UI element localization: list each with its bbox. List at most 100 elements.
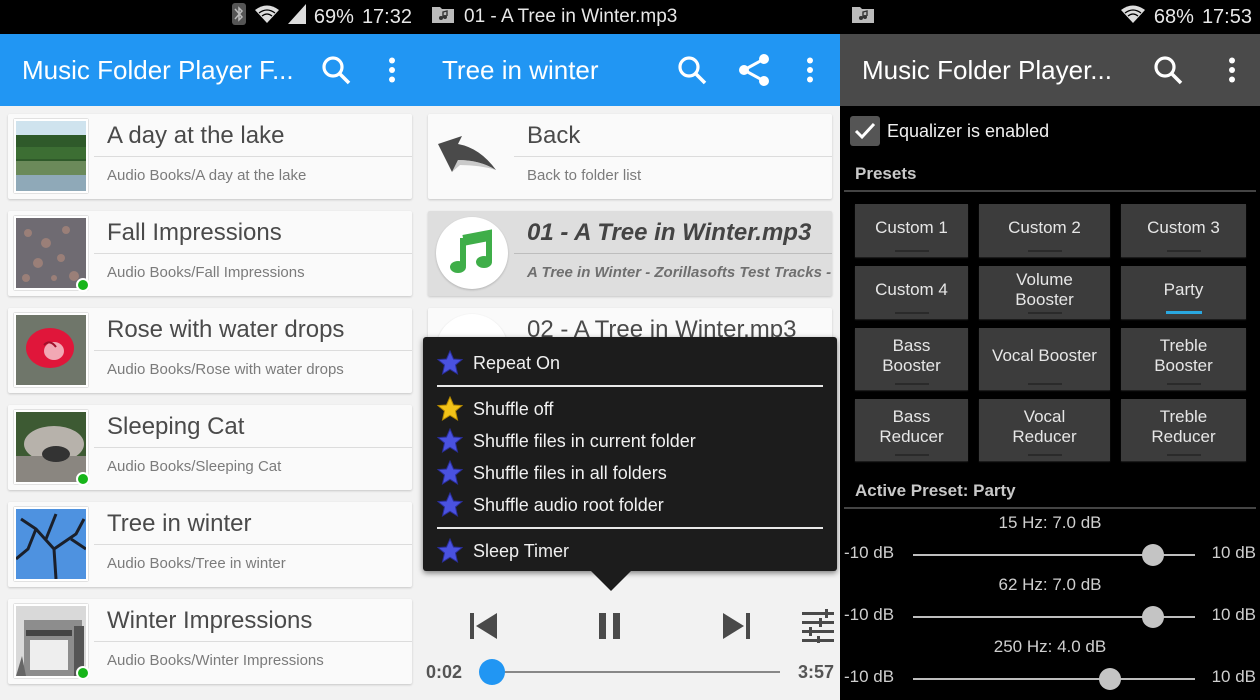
search-icon: [1154, 56, 1183, 85]
preset-button[interactable]: Vocal Booster: [979, 328, 1110, 390]
track-title: 01 - A Tree in Winter.mp3: [514, 211, 832, 254]
music-folder-icon: [852, 5, 874, 29]
preset-indicator: [894, 312, 929, 314]
menu-item[interactable]: Repeat On: [437, 347, 823, 379]
preset-indicator: [1027, 383, 1062, 385]
menu-item[interactable]: Sleep Timer: [437, 535, 823, 567]
band-slider-thumb[interactable]: [1141, 606, 1164, 628]
search-button[interactable]: [664, 42, 720, 98]
previous-button[interactable]: [464, 606, 504, 646]
preset-button[interactable]: Treble Booster: [1121, 328, 1246, 390]
equalizer-enabled-toggle[interactable]: Equalizer is enabled: [840, 106, 1260, 156]
folder-title: A day at the lake: [94, 114, 412, 157]
back-to-folders-item[interactable]: Back Back to folder list: [428, 114, 832, 199]
presets-heading: Presets: [844, 156, 1256, 192]
battery-level: 69%: [313, 5, 354, 28]
menu-item[interactable]: Shuffle audio root folder: [437, 489, 823, 521]
total-duration: 3:57: [797, 662, 834, 682]
player-controls: [420, 598, 840, 652]
preset-indicator: [1166, 250, 1201, 252]
band-slider-thumb[interactable]: [1099, 668, 1122, 690]
folder-item[interactable]: Rose with water drops Audio Books/Rose wi…: [8, 308, 412, 393]
band-label: 250 Hz: 4.0 dB: [993, 637, 1107, 656]
app-title: Music Folder Player F...: [22, 54, 294, 85]
preset-label: Treble Booster: [1154, 336, 1213, 375]
preset-indicator: [1166, 383, 1201, 385]
menu-item-label: Sleep Timer: [473, 540, 570, 561]
elapsed-time: 0:02: [426, 662, 463, 682]
band-slider-thumb[interactable]: [1141, 544, 1164, 566]
search-icon: [678, 56, 707, 85]
folder-item[interactable]: Tree in winter Audio Books/Tree in winter: [8, 502, 412, 587]
preset-button[interactable]: Vocal Reducer: [979, 399, 1110, 461]
preset-button[interactable]: Bass Reducer: [855, 399, 968, 461]
seek-track[interactable]: [484, 671, 780, 673]
menu-item[interactable]: Shuffle files in current folder: [437, 425, 823, 457]
folder-item[interactable]: Sleeping Cat Audio Books/Sleeping Cat: [8, 405, 412, 490]
star-icon: [437, 396, 473, 422]
menu-item-label: Shuffle audio root folder: [473, 494, 664, 515]
track-item[interactable]: 01 - A Tree in Winter.mp3 A Tree in Wint…: [428, 211, 832, 296]
equalizer-screen: 68% 17:53 Music Folder Player... Equaliz…: [840, 0, 1260, 700]
preset-indicator: [1166, 454, 1201, 456]
battery-level: 68%: [1153, 5, 1194, 28]
folder-item[interactable]: Fall Impressions Audio Books/Fall Impress…: [8, 211, 412, 296]
equalizer-checkbox[interactable]: [850, 116, 880, 146]
clock: 17:32: [361, 5, 412, 28]
folder-thumbnail: [14, 410, 90, 486]
preset-indicator: [1027, 454, 1062, 456]
eq-band: 250 Hz: 4.0 dB -10 dB 10 dB: [840, 633, 1260, 695]
preset-label: Vocal Booster: [992, 346, 1097, 365]
menu-item-label: Shuffle off: [473, 398, 554, 419]
app-bar: Music Folder Player F...: [0, 34, 420, 106]
checkmark-icon: [854, 122, 876, 140]
band-max-label: 10 dB: [1211, 605, 1256, 624]
folder-thumbnail: [14, 119, 88, 193]
folder-item[interactable]: A day at the lake Audio Books/A day at th…: [8, 114, 412, 199]
pause-button[interactable]: [590, 606, 630, 646]
preset-button[interactable]: Party: [1121, 266, 1246, 319]
preset-indicator: [894, 454, 929, 456]
folder-item[interactable]: Winter Impressions Audio Books/Winter Imp…: [8, 599, 412, 684]
seek-thumb[interactable]: [479, 659, 506, 685]
search-button[interactable]: [1140, 42, 1196, 98]
preset-button[interactable]: Custom 2: [979, 204, 1110, 257]
menu-item[interactable]: Shuffle files in all folders: [437, 457, 823, 489]
preset-label: Custom 4: [875, 279, 948, 299]
preset-indicator: [894, 383, 929, 385]
equalizer-button[interactable]: [798, 606, 838, 646]
active-preset-heading: Active Preset: Party: [844, 471, 1256, 509]
preset-button[interactable]: Custom 4: [855, 266, 968, 319]
folder-path: Audio Books/Rose with water drops: [107, 361, 344, 378]
next-button[interactable]: [716, 606, 756, 646]
overflow-menu-button[interactable]: [782, 42, 838, 98]
overflow-menu-button[interactable]: [1204, 42, 1260, 98]
menu-item[interactable]: Shuffle off: [437, 393, 823, 425]
eq-band: 62 Hz: 7.0 dB -10 dB 10 dB: [840, 571, 1260, 633]
preset-label: Custom 1: [875, 217, 948, 237]
status-bar: 01 - A Tree in Winter.mp3: [420, 0, 840, 34]
preset-label: Vocal Reducer: [1012, 407, 1077, 446]
equalizer-icon: [802, 609, 834, 643]
search-button[interactable]: [308, 42, 364, 98]
band-min-label: -10 dB: [844, 543, 895, 562]
preset-button[interactable]: Bass Booster: [855, 328, 968, 390]
overflow-menu-icon: [1229, 57, 1235, 83]
back-subtitle: Back to folder list: [527, 167, 642, 184]
overflow-menu-button[interactable]: [364, 42, 420, 98]
preset-label: Party: [1163, 279, 1204, 299]
share-button[interactable]: [726, 42, 782, 98]
preset-button[interactable]: Treble Reducer: [1121, 399, 1246, 461]
star-icon: [437, 492, 473, 518]
band-max-label: 10 dB: [1211, 667, 1256, 686]
equalizer-enabled-label: Equalizer is enabled: [887, 120, 1050, 141]
preset-button[interactable]: Volume Booster: [979, 266, 1110, 319]
eq-band: 15 Hz: 7.0 dB -10 dB 10 dB: [840, 509, 1260, 571]
preset-button[interactable]: Custom 3: [1121, 204, 1246, 257]
preset-button[interactable]: Custom 1: [855, 204, 968, 257]
previous-icon: [470, 613, 497, 639]
band-slider-track[interactable]: [913, 678, 1195, 680]
next-icon: [723, 613, 750, 639]
now-playing-notification: 01 - A Tree in Winter.mp3: [464, 6, 678, 27]
folder-title: Tree in winter: [94, 502, 412, 545]
